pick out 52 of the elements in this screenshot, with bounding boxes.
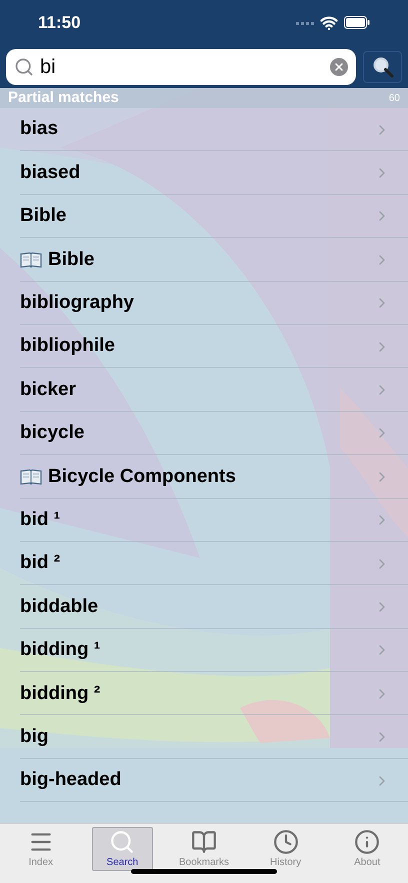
clear-button[interactable] xyxy=(330,58,348,76)
result-row[interactable]: biased xyxy=(0,151,408,195)
book-icon xyxy=(20,468,42,486)
result-label: bibliography xyxy=(20,291,134,315)
wifi-icon xyxy=(320,14,338,32)
result-label: bias xyxy=(20,117,58,142)
magnifier-icon xyxy=(372,56,394,78)
result-row[interactable]: bibliophile xyxy=(0,324,408,368)
search-icon xyxy=(14,56,34,76)
result-label: biddable xyxy=(20,594,98,619)
search-icon xyxy=(109,828,136,854)
result-row[interactable]: bid ¹ xyxy=(0,498,408,542)
result-label: Bible xyxy=(20,204,66,228)
result-label: bid ¹ xyxy=(20,508,60,532)
close-icon xyxy=(333,60,345,72)
search-value: bi xyxy=(40,54,57,80)
result-label: bid ² xyxy=(20,551,60,576)
result-row[interactable]: bibliography xyxy=(0,282,408,325)
book-icon xyxy=(190,828,217,854)
status-time: 11:50 xyxy=(38,12,81,34)
result-label: Bible xyxy=(48,248,94,272)
result-label: biased xyxy=(20,160,80,185)
result-row[interactable]: Bible xyxy=(0,194,408,238)
result-row[interactable]: bicycle xyxy=(0,412,408,456)
result-label: bidding ¹ xyxy=(20,638,100,662)
result-row[interactable]: bid ² xyxy=(0,542,408,586)
result-row[interactable]: bidding ² xyxy=(0,672,408,716)
result-label: bicker xyxy=(20,378,76,402)
search-button[interactable] xyxy=(363,50,402,82)
search-field[interactable]: bi xyxy=(6,48,356,84)
result-row[interactable]: biddable xyxy=(0,585,408,629)
info-icon xyxy=(354,828,380,854)
result-row[interactable]: Bible xyxy=(0,238,408,282)
result-row[interactable]: bidding ¹ xyxy=(0,628,408,672)
result-label: big xyxy=(20,724,48,749)
clock-icon xyxy=(272,828,299,854)
result-count: 60 xyxy=(388,92,400,106)
result-label: big-headed xyxy=(20,768,122,792)
result-row[interactable]: bias xyxy=(0,108,408,152)
signal-icon xyxy=(296,20,314,24)
tab[interactable]: Search xyxy=(92,827,154,871)
battery-icon xyxy=(344,16,370,29)
result-row[interactable]: bicker xyxy=(0,368,408,412)
result-label: Bicycle Components xyxy=(48,464,236,489)
book-icon xyxy=(20,250,42,269)
result-row[interactable]: big xyxy=(0,715,408,759)
result-label: bicycle xyxy=(20,421,84,446)
result-row[interactable]: Bicycle Components xyxy=(0,455,408,499)
result-label: bidding ² xyxy=(20,682,100,706)
section-title: Partial matches xyxy=(8,88,119,108)
result-row[interactable]: big-headed xyxy=(0,758,408,802)
result-label: bibliophile xyxy=(20,334,115,358)
